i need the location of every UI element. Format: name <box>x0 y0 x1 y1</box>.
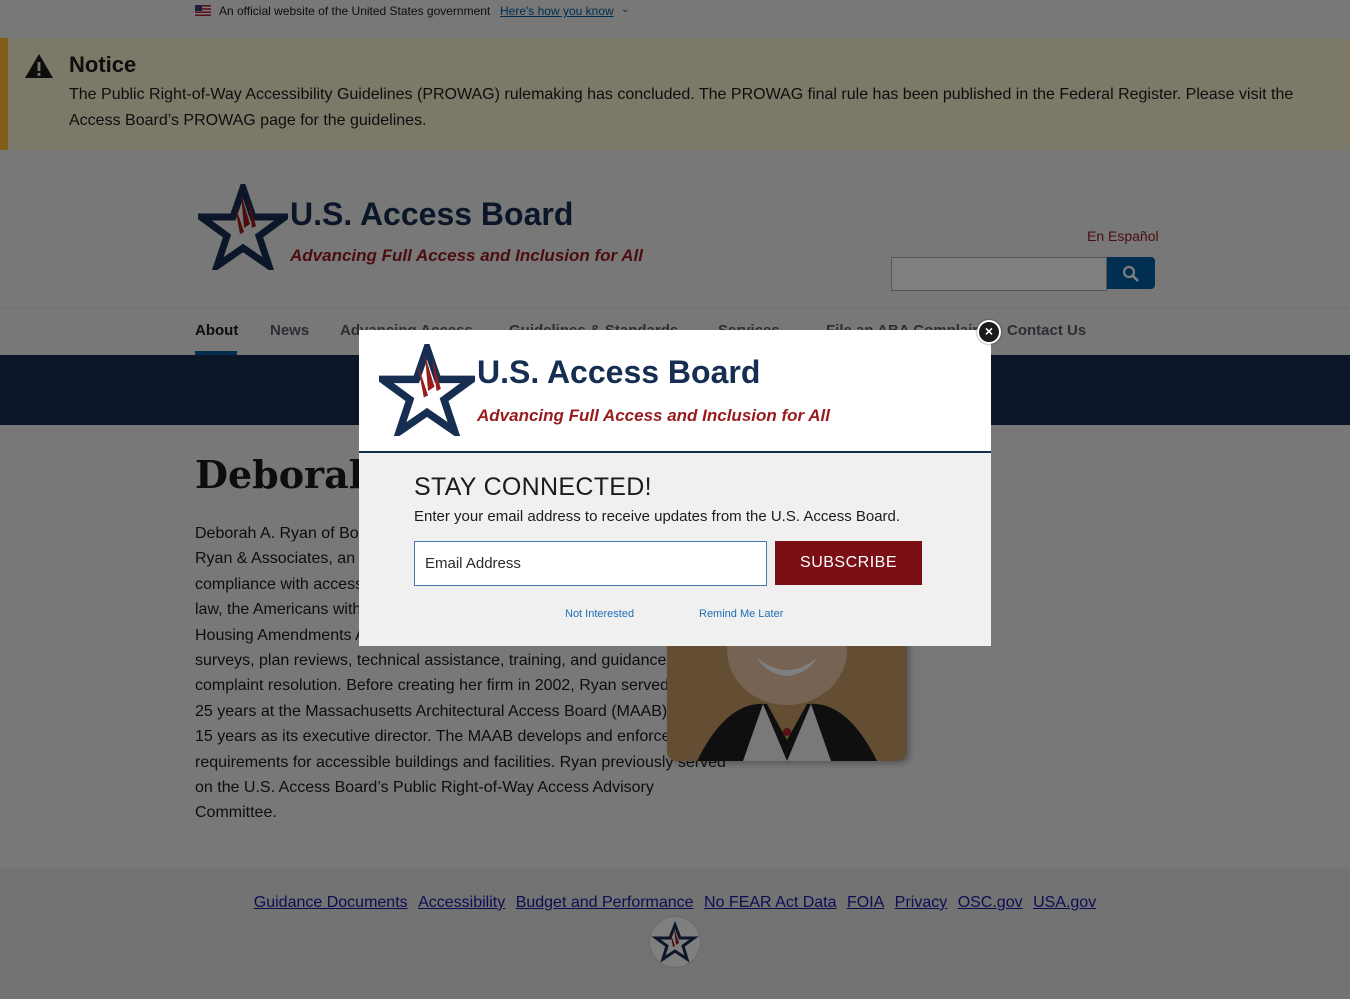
modal-subtext: Enter your email address to receive upda… <box>414 508 901 525</box>
not-interested-link[interactable]: Not Interested <box>565 608 634 620</box>
modal-tagline: Advancing Full Access and Inclusion for … <box>477 406 830 425</box>
access-board-star-logo-icon <box>379 344 475 436</box>
modal-header: U.S. Access Board Advancing Full Access … <box>359 330 991 453</box>
stay-connected-heading: STAY CONNECTED! <box>414 473 652 501</box>
newsletter-signup-modal: U.S. Access Board Advancing Full Access … <box>359 320 1001 646</box>
modal-title: U.S. Access Board <box>477 354 761 390</box>
remind-me-later-link[interactable]: Remind Me Later <box>699 608 783 620</box>
email-field[interactable] <box>414 541 767 586</box>
subscribe-button[interactable]: SUBSCRIBE <box>775 541 922 585</box>
close-icon[interactable]: × <box>977 320 1001 344</box>
